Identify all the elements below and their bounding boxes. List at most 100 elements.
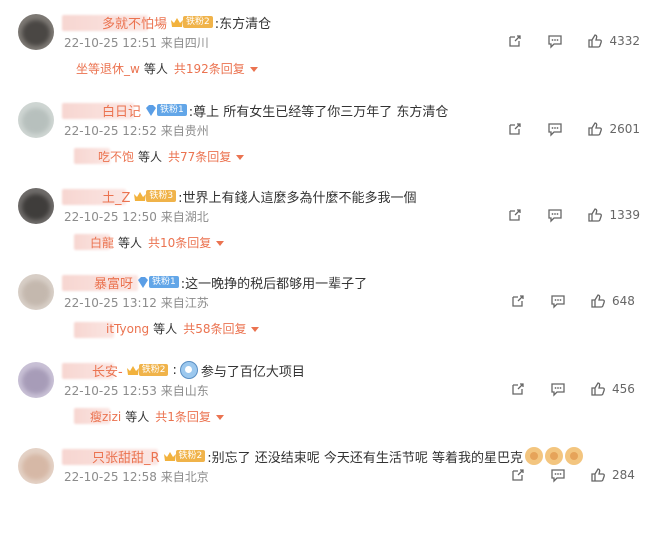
like-count: 284 <box>612 468 635 482</box>
chevron-down-icon[interactable] <box>215 415 224 420</box>
crown-icon <box>126 365 139 375</box>
share-icon[interactable] <box>510 381 526 397</box>
comment-meta: 22-10-25 12:53 来自山东 <box>64 382 209 399</box>
comment-line: 白日记 铁粉1 :尊上 所有女生已经等了你三万年了 东方清仓 <box>62 100 449 120</box>
comment-icon[interactable] <box>547 121 563 137</box>
replies-summary[interactable]: 吃不饱 等人 共77条回复 <box>74 148 245 165</box>
reply-count-link[interactable]: 共192条回复 <box>174 60 245 77</box>
fan-badge[interactable]: 铁粉1 <box>144 103 187 117</box>
comment-text: :尊上 所有女生已经等了你三万年了 东方清仓 <box>188 104 449 120</box>
comment-location: 来自贵州 <box>160 124 209 138</box>
username-link[interactable]: 暴富呀 <box>62 273 138 292</box>
comment-icon[interactable] <box>547 207 563 223</box>
username-link[interactable]: 多就不怕場 <box>62 13 167 32</box>
comment-text: 参与了百亿大项目 <box>200 364 305 380</box>
comment-meta: 22-10-25 12:52 来自贵州 <box>64 122 209 139</box>
diamond-icon <box>138 276 149 288</box>
replies-summary[interactable]: 瘦zizi 等人 共1条回复 <box>74 408 224 425</box>
comment-text: :东方清仓 <box>214 16 272 32</box>
comment-meta: 22-10-25 12:50 来自湖北 <box>64 208 209 225</box>
comment-location: 来自江苏 <box>160 296 209 310</box>
share-icon[interactable] <box>507 33 523 49</box>
avatar[interactable] <box>18 448 54 484</box>
comment-item: 只张甜甜_R 铁粉2 :别忘了 还没结束呢 今天还有生活节呢 等着我的星巴克 2… <box>0 446 660 534</box>
crown-icon <box>163 451 176 461</box>
comment-actions: 648 <box>486 293 640 309</box>
comment-meta: 22-10-25 13:12 来自江苏 <box>64 294 209 311</box>
username-link[interactable]: 白日记 <box>62 101 141 120</box>
like-icon[interactable] <box>590 467 606 483</box>
avatar[interactable] <box>18 362 54 398</box>
chevron-down-icon[interactable] <box>249 67 258 72</box>
reply-username[interactable]: 瘦zizi <box>74 408 121 425</box>
globe-emoji-icon <box>179 361 198 379</box>
like-count: 648 <box>612 294 635 308</box>
like-count: 4332 <box>609 34 640 48</box>
like-count: 1339 <box>609 208 640 222</box>
comment-item: 多就不怕場 铁粉2 :东方清仓 22-10-25 12:51 来自四川 4332… <box>0 14 660 100</box>
like-icon[interactable] <box>587 121 603 137</box>
comment-icon[interactable] <box>550 293 566 309</box>
comment-line: 多就不怕場 铁粉2 :东方清仓 <box>62 12 272 32</box>
diamond-icon <box>146 104 157 116</box>
comment-meta: 22-10-25 12:51 来自四川 <box>64 34 209 51</box>
chevron-down-icon[interactable] <box>236 155 245 160</box>
hug-emoji-icon <box>545 447 564 465</box>
comment-line: 只张甜甜_R 铁粉2 :别忘了 还没结束呢 今天还有生活节呢 等着我的星巴克 <box>62 446 584 466</box>
username-link[interactable]: 长安- <box>62 361 123 380</box>
comment-icon[interactable] <box>550 467 566 483</box>
like-icon[interactable] <box>590 381 606 397</box>
comment-actions: 2601 <box>483 121 640 137</box>
comment-time: 22-10-25 12:50 <box>64 210 157 224</box>
comment-line: 长安- 铁粉2 : 参与了百亿大项目 <box>62 360 305 380</box>
replies-summary[interactable]: itTyong 等人 共58条回复 <box>74 320 260 338</box>
comment-text: :别忘了 还没结束呢 今天还有生活节呢 等着我的星巴克 <box>207 450 524 466</box>
reply-count-link[interactable]: 共58条回复 <box>183 320 246 337</box>
comment-time: 22-10-25 13:12 <box>64 296 157 310</box>
like-count: 2601 <box>609 122 640 136</box>
reply-count-link[interactable]: 共77条回复 <box>168 148 231 165</box>
comment-item: 暴富呀 铁粉1 :这一晚挣的税后都够用一辈子了 22-10-25 13:12 来… <box>0 274 660 360</box>
fan-badge[interactable]: 铁粉2 <box>170 15 213 29</box>
avatar[interactable] <box>18 102 54 138</box>
fan-badge[interactable]: 铁粉2 <box>163 449 206 463</box>
avatar[interactable] <box>18 14 54 50</box>
reply-count-link[interactable]: 共1条回复 <box>155 408 211 425</box>
reply-username[interactable]: 坐等退休_w <box>76 60 140 77</box>
reply-username[interactable]: itTyong <box>74 321 149 338</box>
like-icon[interactable] <box>590 293 606 309</box>
comment-time: 22-10-25 12:53 <box>64 384 157 398</box>
avatar[interactable] <box>18 274 54 310</box>
replies-summary[interactable]: 坐等退休_w 等人 共192条回复 <box>76 60 258 77</box>
comment-time: 22-10-25 12:51 <box>64 36 157 50</box>
hug-emoji-icon <box>565 447 584 465</box>
reply-count-link[interactable]: 共10条回复 <box>148 234 211 251</box>
username-link[interactable]: 土_Z <box>62 187 130 206</box>
comment-location: 来自山东 <box>160 384 209 398</box>
share-icon[interactable] <box>510 293 526 309</box>
comment-meta: 22-10-25 12:58 来自北京 <box>64 468 209 485</box>
comment-line: 暴富呀 铁粉1 :这一晚挣的税后都够用一辈子了 <box>62 272 367 292</box>
reply-username[interactable]: 白龍 <box>74 234 114 251</box>
comment-icon[interactable] <box>547 33 563 49</box>
username-link[interactable]: 只张甜甜_R <box>62 447 160 466</box>
share-icon[interactable] <box>507 207 523 223</box>
like-icon[interactable] <box>587 33 603 49</box>
comment-item: 长安- 铁粉2 : 参与了百亿大项目 22-10-25 12:53 来自山东 4… <box>0 360 660 448</box>
chevron-down-icon[interactable] <box>251 327 260 332</box>
fan-badge[interactable]: 铁粉2 <box>126 363 169 377</box>
comment-actions: 456 <box>486 381 640 397</box>
comment-actions: 1339 <box>483 207 640 223</box>
avatar[interactable] <box>18 188 54 224</box>
fan-badge[interactable]: 铁粉3 <box>133 189 177 203</box>
fan-badge[interactable]: 铁粉1 <box>136 275 179 289</box>
share-icon[interactable] <box>507 121 523 137</box>
share-icon[interactable] <box>510 467 526 483</box>
comment-actions: 4332 <box>483 33 640 49</box>
chevron-down-icon[interactable] <box>216 241 225 246</box>
replies-summary[interactable]: 白龍 等人 共10条回复 <box>74 234 225 251</box>
reply-username[interactable]: 吃不饱 <box>74 148 134 165</box>
comment-icon[interactable] <box>550 381 566 397</box>
like-icon[interactable] <box>587 207 603 223</box>
crown-icon <box>134 191 147 201</box>
